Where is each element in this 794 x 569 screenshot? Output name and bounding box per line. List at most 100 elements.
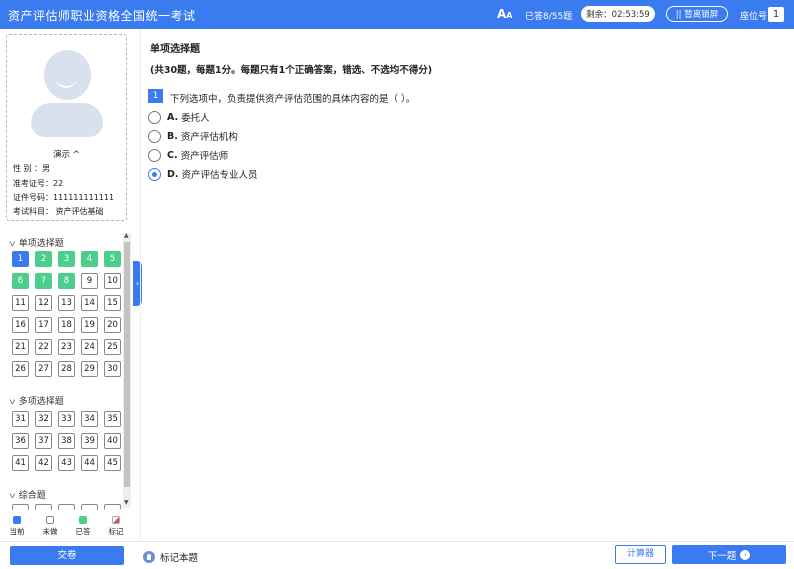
question-number-badge: 1 (148, 89, 163, 103)
option-letter: C. (167, 149, 178, 161)
calculator-button[interactable]: 计算器 (615, 545, 666, 564)
question-nav-21[interactable]: 21 (12, 339, 29, 355)
marked-dot-icon (112, 516, 120, 524)
question-nav-8[interactable]: 8 (58, 273, 75, 289)
font-size-icon[interactable]: AA (497, 7, 513, 21)
question-nav-39[interactable]: 39 (81, 433, 98, 449)
subject-row: 考试科目： 资产评估基础 (13, 207, 104, 216)
answer-option[interactable]: C. 资产评估师 (148, 148, 228, 162)
question-nav-41[interactable]: 41 (12, 455, 29, 471)
question-nav-20[interactable]: 20 (104, 317, 121, 333)
section-single-choice[interactable]: v 单项选择题 (9, 236, 64, 249)
next-label: 下一题 (707, 550, 737, 562)
question-nav-9[interactable]: 9 (81, 273, 98, 289)
question-nav-5[interactable]: 5 (104, 251, 121, 267)
lock-screen-button[interactable]: || 暂离锁屏 (666, 6, 728, 22)
section-label: 单项选择题 (18, 239, 64, 249)
option-text: 资产评估专业人员 (181, 170, 258, 181)
gender-row: 性 别 ：男 (13, 164, 51, 173)
question-nav-45[interactable]: 45 (104, 455, 121, 471)
question-nav-23[interactable]: 23 (58, 339, 75, 355)
section-multiple-choice[interactable]: v 多项选择题 (9, 394, 64, 407)
question-nav-35[interactable]: 35 (104, 411, 121, 427)
question-nav-32[interactable]: 32 (35, 411, 52, 427)
question-nav-17[interactable]: 17 (35, 317, 52, 333)
question-nav-34[interactable]: 34 (81, 411, 98, 427)
question-nav-27[interactable]: 27 (35, 361, 52, 377)
question-nav-4[interactable]: 4 (81, 251, 98, 267)
answered-dot-icon (79, 516, 87, 524)
legend-label: 未做 (42, 527, 58, 536)
question-nav-44[interactable]: 44 (81, 455, 98, 471)
question-nav-partial[interactable] (58, 504, 75, 510)
question-nav-25[interactable]: 25 (104, 339, 121, 355)
question-nav-18[interactable]: 18 (58, 317, 75, 333)
mark-question-button[interactable]: 标记本题 (143, 550, 198, 564)
question-nav-7[interactable]: 7 (35, 273, 52, 289)
seat-number: 1 (768, 7, 784, 22)
legend-undone: 未做 (35, 516, 65, 537)
question-nav-2[interactable]: 2 (35, 251, 52, 267)
next-question-button[interactable]: 下一题 › (672, 545, 786, 564)
answer-option[interactable]: D. 资产评估专业人员 (148, 167, 258, 181)
question-nav-13[interactable]: 13 (58, 295, 75, 311)
footer-divider (0, 541, 794, 542)
question-nav-36[interactable]: 36 (12, 433, 29, 449)
question-nav-37[interactable]: 37 (35, 433, 52, 449)
question-nav-42[interactable]: 42 (35, 455, 52, 471)
radio-button[interactable] (148, 148, 161, 162)
question-nav-11[interactable]: 11 (12, 295, 29, 311)
question-nav-19[interactable]: 19 (81, 317, 98, 333)
current-dot-icon (13, 516, 21, 524)
scroll-up-icon[interactable]: ▲ (124, 232, 129, 239)
question-nav-24[interactable]: 24 (81, 339, 98, 355)
radio-button[interactable] (148, 110, 161, 124)
scrollbar-thumb[interactable] (124, 242, 130, 487)
question-nav-6[interactable]: 6 (12, 273, 29, 289)
radio-button[interactable] (148, 129, 161, 143)
question-nav-30[interactable]: 30 (104, 361, 121, 377)
answer-option[interactable]: A. 委托人 (148, 110, 210, 124)
question-nav-40[interactable]: 40 (104, 433, 121, 449)
undone-dot-icon (46, 516, 54, 524)
question-nav-partial[interactable] (35, 504, 52, 510)
question-nav-15[interactable]: 15 (104, 295, 121, 311)
top-bar: 资产评估师职业资格全国统一考试 AA 已答8/55题 剩余：02:53:59 |… (0, 0, 794, 29)
answered-count: 已答8/55题 (525, 12, 573, 22)
legend-label: 标记 (108, 527, 124, 536)
question-nav-38[interactable]: 38 (58, 433, 75, 449)
question-nav-10[interactable]: 10 (104, 273, 121, 289)
submit-exam-button[interactable]: 交卷 (10, 546, 124, 565)
id-number-row: 证件号码：111111111111 (13, 193, 115, 202)
option-text: 资产评估机构 (180, 132, 238, 143)
question-nav-33[interactable]: 33 (58, 411, 75, 427)
answer-option[interactable]: B. 资产评估机构 (148, 129, 238, 143)
question-nav-12[interactable]: 12 (35, 295, 52, 311)
question-nav-partial[interactable] (81, 504, 98, 510)
scroll-down-icon[interactable]: ▼ (124, 499, 129, 506)
avatar-body-icon (31, 103, 103, 137)
countdown-timer: 剩余：02:53:59 (581, 6, 655, 22)
question-nav-3[interactable]: 3 (58, 251, 75, 267)
candidate-name-toggle[interactable]: 演示 ^ (7, 148, 126, 160)
section-comprehensive[interactable]: v 综合题 (9, 488, 45, 501)
question-nav-16[interactable]: 16 (12, 317, 29, 333)
question-nav-28[interactable]: 28 (58, 361, 75, 377)
question-nav-14[interactable]: 14 (81, 295, 98, 311)
question-nav-partial[interactable] (12, 504, 29, 510)
chevron-down-icon: v (9, 239, 16, 248)
option-text: 资产评估师 (180, 151, 229, 162)
question-nav-31[interactable]: 31 (12, 411, 29, 427)
legend-answered: 已答 (68, 516, 98, 537)
option-text: 委托人 (181, 113, 210, 124)
question-nav-43[interactable]: 43 (58, 455, 75, 471)
radio-button[interactable] (148, 167, 161, 181)
question-nav-partial[interactable] (104, 504, 121, 510)
legend-marked: 标记 (101, 516, 131, 537)
question-nav-26[interactable]: 26 (12, 361, 29, 377)
question-nav-22[interactable]: 22 (35, 339, 52, 355)
question-nav-1[interactable]: 1 (12, 251, 29, 267)
question-text: 下列选项中，负责提供资产评估范围的具体内容的是（ ）。 (170, 94, 416, 105)
question-nav-29[interactable]: 29 (81, 361, 98, 377)
section-label: 多项选择题 (18, 397, 64, 407)
